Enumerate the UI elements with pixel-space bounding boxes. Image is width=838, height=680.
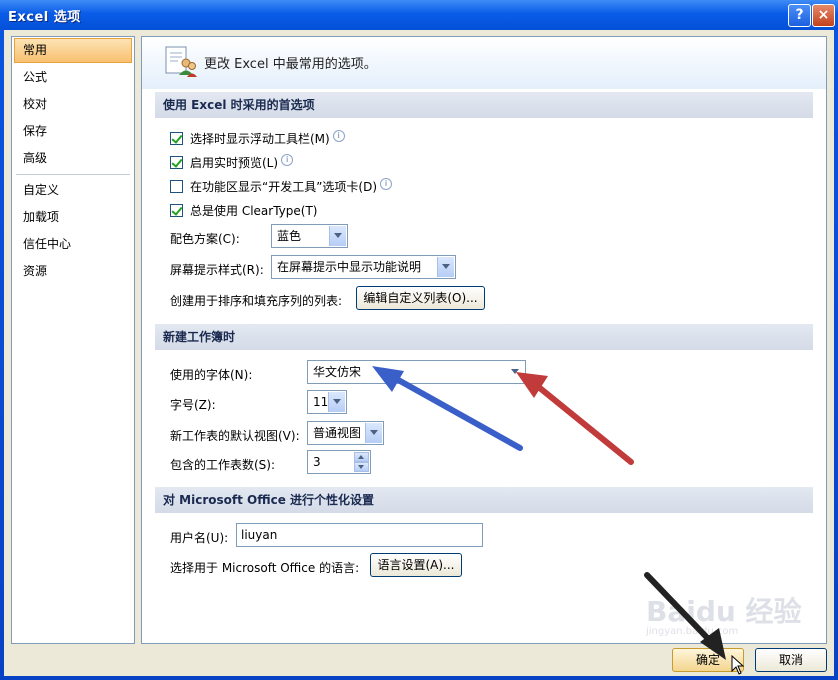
- mouse-pointer-icon: [731, 655, 745, 675]
- annotation-arrows: [372, 366, 726, 660]
- red-arrow: [516, 372, 634, 465]
- dialog-window: Excel 选项 ? × 常用 公式 校对 保存 高级 自定义 加载项 信任中心…: [0, 0, 838, 680]
- blue-arrow: [372, 366, 523, 451]
- black-arrow: [644, 572, 726, 660]
